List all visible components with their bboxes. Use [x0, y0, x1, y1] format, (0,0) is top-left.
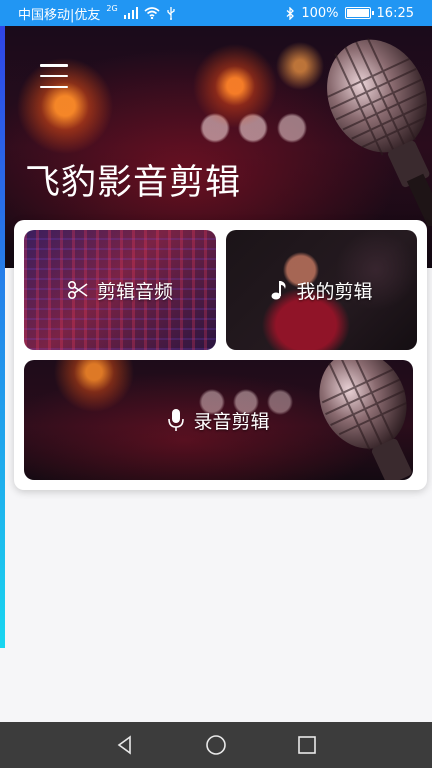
carrier-name: 中国移动|优友 — [18, 7, 101, 23]
microphone-background-image — [319, 360, 412, 480]
recents-square-icon[interactable] — [297, 735, 317, 755]
record-edit-button[interactable]: 录音剪辑 — [24, 360, 413, 480]
bluetooth-icon — [286, 6, 295, 20]
edit-audio-button[interactable]: 剪辑音频 — [24, 230, 216, 350]
usb-icon — [166, 6, 176, 20]
battery-percent: 100% — [301, 5, 339, 21]
hamburger-menu-icon[interactable] — [40, 64, 68, 88]
signal-icon — [123, 7, 138, 19]
microphone-icon — [167, 408, 185, 432]
my-edits-label: 我的剪辑 — [296, 280, 373, 303]
music-note-icon — [270, 279, 288, 301]
home-circle-icon[interactable] — [205, 734, 227, 756]
edit-audio-label: 剪辑音频 — [96, 280, 173, 303]
record-edit-label: 录音剪辑 — [193, 410, 270, 433]
status-bar-left: 中国移动|优友 2G — [18, 4, 176, 23]
clock-time: 16:25 — [376, 5, 414, 21]
status-bar: 中国移动|优友 2G 100% 16:25 — [0, 0, 432, 26]
wifi-icon — [144, 7, 160, 19]
status-bar-right: 100% 16:25 — [286, 6, 414, 21]
network-type: 2G — [106, 3, 118, 13]
feature-card: 剪辑音频 我的剪辑 录音剪辑 — [14, 220, 427, 490]
my-edits-button[interactable]: 我的剪辑 — [226, 230, 417, 350]
app-title: 飞豹影音剪辑 — [25, 163, 242, 203]
system-nav-bar — [0, 722, 432, 768]
scissors-icon — [67, 279, 89, 301]
microphone-image — [327, 38, 432, 226]
back-triangle-icon[interactable] — [115, 735, 135, 755]
battery-icon — [344, 7, 374, 19]
